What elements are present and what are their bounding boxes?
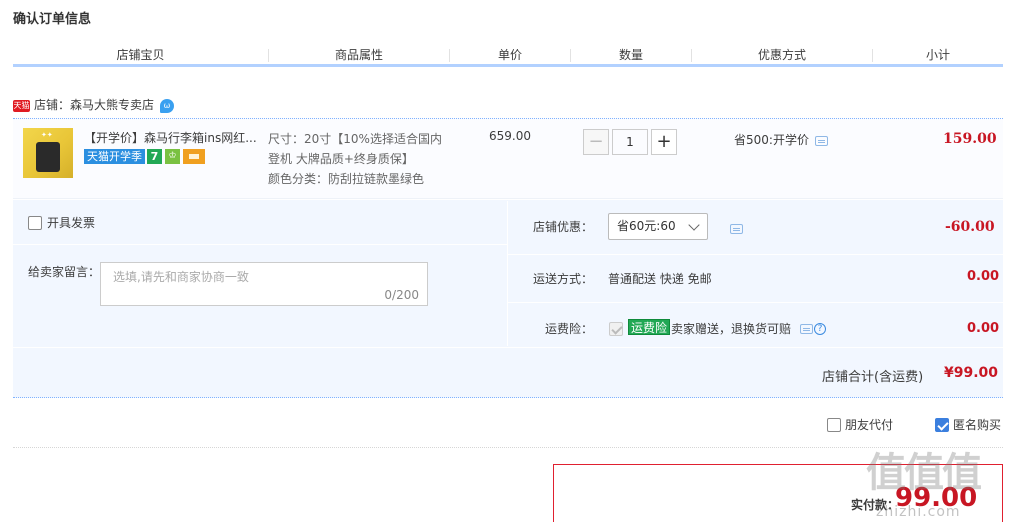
invoice-checkbox[interactable] <box>28 215 42 230</box>
friend-pay-option[interactable]: 朋友代付 <box>827 416 893 433</box>
shipping-method: 普通配送 快递 免邮 <box>608 272 712 286</box>
suitcase-image <box>36 142 60 172</box>
shop-discount-label: 店铺优惠： <box>533 220 594 234</box>
friend-pay-label: 朋友代付 <box>845 418 894 432</box>
anonymous-label: 匿名购买 <box>953 418 1002 432</box>
shop-discount-select[interactable]: 省60元:60 <box>608 213 708 240</box>
shop-discount-value: -60.00 <box>945 219 995 235</box>
attr-color: 颜色分类：防刮拉链款墨绿色 <box>268 172 425 186</box>
insurance-price: 0.00 <box>967 321 1000 336</box>
watermark-url: zhizhi.com <box>876 504 961 520</box>
insurance-label: 运费险： <box>545 322 594 336</box>
panel-divider <box>508 302 1003 303</box>
quantity-plus-button[interactable]: + <box>651 129 677 155</box>
discount-info <box>724 221 743 235</box>
shop-total-label: 店铺合计(含运费) <box>822 370 924 385</box>
shipping-label: 运送方式： <box>533 272 594 286</box>
col-header-subtotal: 小计 <box>925 48 950 62</box>
comment-bubble-icon[interactable] <box>814 135 828 146</box>
shop-row: 天猫 店铺：森马大熊专卖店 ω <box>13 96 175 114</box>
invoice-checkbox-row[interactable]: 开具发票 <box>28 214 95 231</box>
insurance-checkbox[interactable] <box>609 321 623 336</box>
comment-bubble-icon[interactable] <box>800 323 813 334</box>
friend-pay-checkbox[interactable] <box>827 417 841 432</box>
shop-total-value: ¥99.00 <box>944 365 999 381</box>
product-thumbnail[interactable]: ✦✦ <box>23 128 73 178</box>
comment-bubble-icon[interactable] <box>730 223 743 234</box>
quantity-stepper: −1 + <box>583 129 677 157</box>
insurance-text: 卖家赠送，退换货可赔 <box>671 322 792 336</box>
insurance-tag: 运费险 <box>628 319 671 335</box>
thumbnail-decoration: ✦✦ <box>41 131 53 139</box>
wangwang-chat-icon[interactable]: ω <box>160 98 175 113</box>
panel-divider <box>508 254 1003 255</box>
page-title: 确认订单信息 <box>13 12 92 27</box>
attr-size-cont: 登机 大牌品质+终身质保】 <box>268 152 414 166</box>
product-tags: 天猫开学季 7 ♔ <box>84 149 205 165</box>
credit-card-icon <box>183 149 205 164</box>
panel-divider <box>13 347 1003 348</box>
panel-divider <box>507 201 508 346</box>
message-label: 给卖家留言： <box>28 265 101 279</box>
message-placeholder: 选填,请先和商家协商一致 <box>113 270 249 284</box>
product-attributes: 尺寸：20寸【10%选择适合国内 登机 大牌品质+终身质保】 颜色分类：防刮拉链… <box>268 129 458 189</box>
anonymous-checkbox[interactable] <box>935 417 949 432</box>
promo-text: 省500:开学价 <box>734 133 809 147</box>
col-header-attributes: 商品属性 <box>334 48 383 62</box>
col-header-shop-item: 店铺宝贝 <box>116 48 165 62</box>
seller-message-textarea[interactable]: 选填,请先和商家协商一致 0/200 <box>100 262 428 306</box>
question-icon[interactable]: ? <box>814 322 826 335</box>
insurance-info-icons: ? <box>800 321 826 335</box>
guarantee-icon: ♔ <box>165 149 180 164</box>
shop-discount-selected: 省60元:60 <box>617 219 676 233</box>
product-name-link[interactable]: 【开学价】森马行李箱ins网红... <box>84 129 264 146</box>
quantity-minus-button[interactable]: − <box>583 129 609 155</box>
shop-name[interactable]: 店铺：森马大熊专卖店 <box>34 98 154 112</box>
promo-info: 省500:开学价 <box>734 131 828 148</box>
col-header-unit-price: 单价 <box>497 48 522 62</box>
attr-size: 尺寸：20寸【10%选择适合国内 <box>268 132 442 146</box>
unit-price: 659.00 <box>489 129 531 143</box>
invoice-label: 开具发票 <box>47 216 96 230</box>
watermark-logo: 值值值 <box>866 450 982 496</box>
shipping-price: 0.00 <box>967 269 1000 284</box>
tmall-season-tag: 天猫开学季 <box>84 149 145 164</box>
message-char-count: 0/200 <box>384 288 419 302</box>
chevron-down-icon <box>688 219 700 231</box>
item-subtotal: 159.00 <box>943 131 997 147</box>
seven-day-return-icon: 7 <box>147 149 162 164</box>
tmall-badge-icon: 天猫 <box>13 99 30 112</box>
insurance-checkbox-wrap <box>609 321 623 336</box>
header-underline <box>13 64 1003 67</box>
quantity-input[interactable]: 1 <box>612 129 648 155</box>
col-header-discount: 优惠方式 <box>757 48 806 62</box>
section-divider <box>13 447 1003 448</box>
col-header-quantity: 数量 <box>618 48 643 62</box>
anonymous-purchase-option[interactable]: 匿名购买 <box>935 416 1001 433</box>
